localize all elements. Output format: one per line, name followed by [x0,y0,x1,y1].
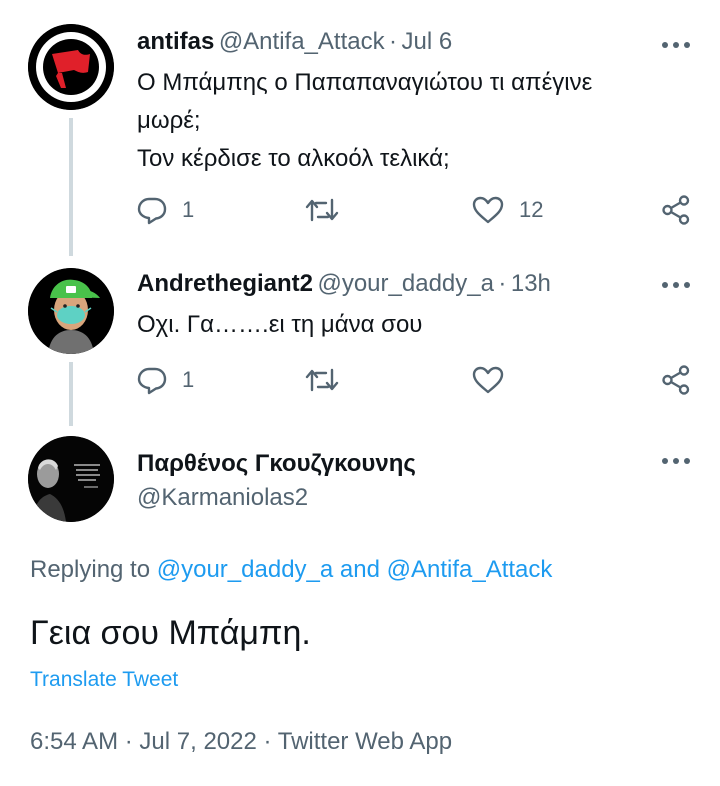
like-count: 12 [519,197,544,222]
reply-count: 1 [182,197,195,222]
tweet-header: antifas @Antifa_Attack · Jul 6 [137,28,452,56]
heart-icon [472,366,504,394]
user-handle[interactable]: @Antifa_Attack [219,28,385,55]
user-handle[interactable]: @Karmaniolas2 [137,484,308,512]
retweet-icon [305,368,339,392]
separator-dot: · [498,270,507,297]
bitmoji-avatar-icon [28,268,114,354]
reply-icon [137,197,167,225]
tweet-header: Andrethegiant2 @your_daddy_a · 13h [137,270,551,298]
main-tweet-text: Γεια σου Μπάμπη. [30,614,311,652]
reply-button[interactable]: 1 [136,363,194,397]
heart-icon [472,196,504,224]
tweet-line: μωρέ; [137,107,201,134]
avatar[interactable] [28,436,114,522]
avatar[interactable] [28,268,114,354]
tweet-line: Ο Μπάμπης ο Παπαπαναγιώτου τι απέγινε [137,69,593,96]
reply-mention-link[interactable]: @Antifa_Attack [387,556,553,583]
tweet-date[interactable]: Jul 7, 2022 [139,728,256,755]
tweet-time[interactable]: 13h [511,270,551,297]
like-button[interactable]: 12 [471,193,543,227]
separator-dot: · [263,728,272,755]
separator-dot: · [124,728,133,755]
retweet-button[interactable] [304,363,340,397]
more-options-icon[interactable] [662,42,690,50]
display-name[interactable]: antifas [137,28,214,55]
tweet-timestamp[interactable]: 6:54 AM [30,728,118,755]
thread-line [69,118,73,256]
antifa-flag-logo-icon [28,24,114,110]
replying-to: Replying to @your_daddy_a and @Antifa_At… [30,556,552,584]
reply-mention-and[interactable]: and [340,556,380,583]
user-handle[interactable]: @your_daddy_a [317,270,493,297]
tweet-line: Τον κέρδισε το αλκοόλ τελικά; [137,145,450,172]
display-name[interactable]: Παρθένος Γκουζγκουνης [137,450,416,478]
separator-dot: · [389,28,398,55]
reply-icon [137,367,167,395]
tweet-text: Ο Μπάμπης ο Παπαπαναγιώτου τι απέγινε μω… [137,64,697,178]
avatar[interactable] [28,24,114,110]
translate-tweet-link[interactable]: Translate Tweet [30,668,178,692]
share-icon [662,365,690,395]
reply-button[interactable]: 1 [136,193,194,227]
retweet-icon [305,198,339,222]
like-button[interactable] [471,363,505,397]
retweet-button[interactable] [304,193,340,227]
share-icon [662,195,690,225]
thread-line [69,362,73,426]
share-button[interactable] [660,363,692,397]
reply-mention-link[interactable]: @your_daddy_a [157,556,333,583]
tweet-actions: 1 12 [136,193,696,227]
tweet-source[interactable]: Twitter Web App [278,728,452,755]
tweet-metadata: 6:54 AM · Jul 7, 2022 · Twitter Web App [30,728,452,756]
tweet-time[interactable]: Jul 6 [402,28,453,55]
tweet-actions: 1 [136,363,696,397]
more-options-icon[interactable] [662,458,690,466]
profile-photo-icon [28,436,114,522]
more-options-icon[interactable] [662,282,690,290]
share-button[interactable] [660,193,692,227]
replying-to-label: Replying to [30,556,151,583]
tweet-line: Οχι. Γα…….ει τη μάνα σου [137,311,423,338]
reply-count: 1 [182,367,195,392]
display-name[interactable]: Andrethegiant2 [137,270,313,297]
tweet-text: Οχι. Γα…….ει τη μάνα σου [137,306,697,344]
